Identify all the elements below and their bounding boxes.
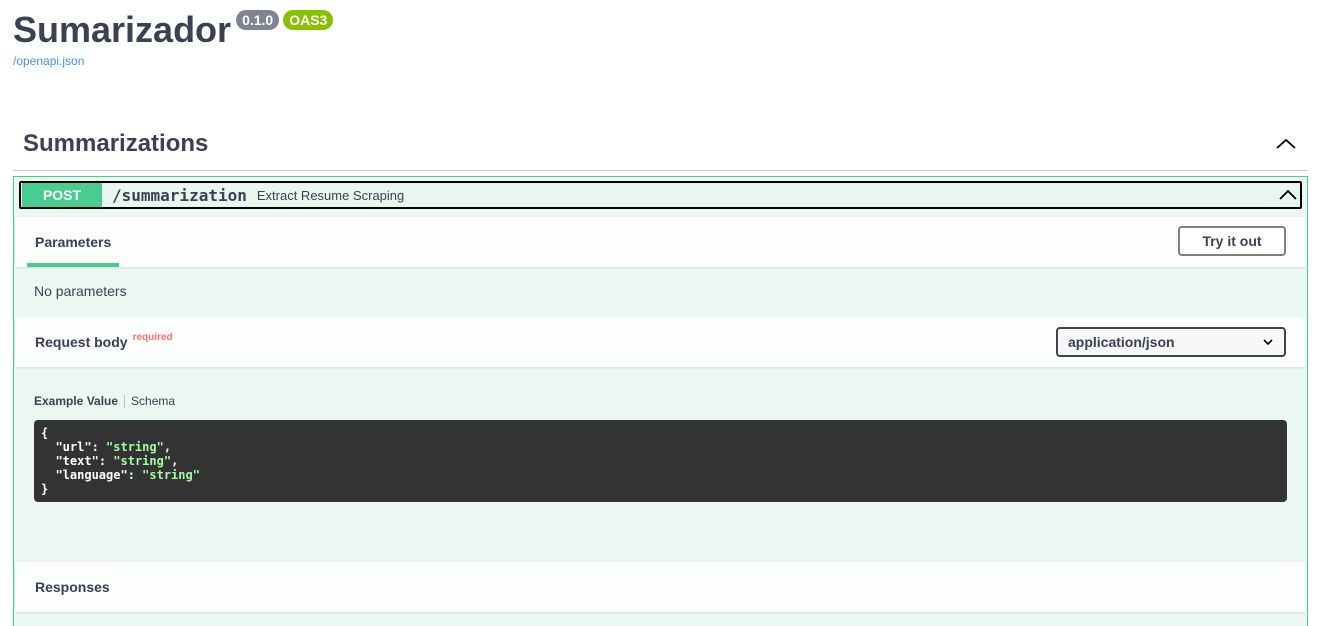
chevron-up-icon[interactable] [1278,185,1298,205]
json-open-brace: { [41,426,49,440]
operation-summary-text: Extract Resume Scraping [256,187,405,203]
chevron-down-icon [1263,339,1273,346]
tab-example-value[interactable]: Example Value [34,394,118,408]
json-line-url: "url": "string", [55,440,172,454]
tag-section: Summarizations [13,118,1308,171]
request-body-title: Request body [35,334,128,350]
oas-badge: OAS3 [283,10,334,30]
example-tabs: Example Value Schema [34,394,175,408]
openapi-link[interactable]: /openapi.json [13,54,333,68]
api-title: Sumarizador [13,9,232,50]
version-badge: 0.1.0 [236,10,280,30]
tag-header[interactable]: Summarizations [13,118,1308,171]
operation-summary[interactable]: POST /summarization Extract Resume Scrap… [19,181,1302,209]
example-code-block: { "url": "string", "text": "string", "la… [34,420,1287,502]
tab-parameters[interactable]: Parameters [35,234,111,250]
parameters-header: Parameters Try it out [15,217,1306,267]
chevron-up-icon[interactable] [1274,132,1298,156]
required-badge: required [132,332,173,343]
tab-schema[interactable]: Schema [131,394,175,408]
json-close-brace: } [41,482,49,496]
json-line-text: "text": "string", [55,454,179,468]
content-type-select[interactable]: application/json [1056,327,1286,357]
no-parameters-text: No parameters [34,283,127,299]
tag-name: Summarizations [23,130,209,157]
api-info: Sumarizador 0.1.0 OAS3 /openapi.json [13,8,334,68]
operation-block: POST /summarization Extract Resume Scrap… [13,176,1308,626]
request-body-label: Request body required [35,332,173,350]
tab-divider [124,394,126,408]
content-type-value: application/json [1068,334,1175,350]
json-line-language: "language": "string" [55,468,200,482]
operation-path: /summarization [112,185,247,205]
responses-label: Responses [35,579,110,595]
tab-underline [27,263,119,267]
request-body-header: Request body required application/json [15,317,1306,367]
try-it-out-button[interactable]: Try it out [1178,226,1286,256]
responses-header: Responses [15,562,1306,612]
method-badge: POST [22,183,102,207]
